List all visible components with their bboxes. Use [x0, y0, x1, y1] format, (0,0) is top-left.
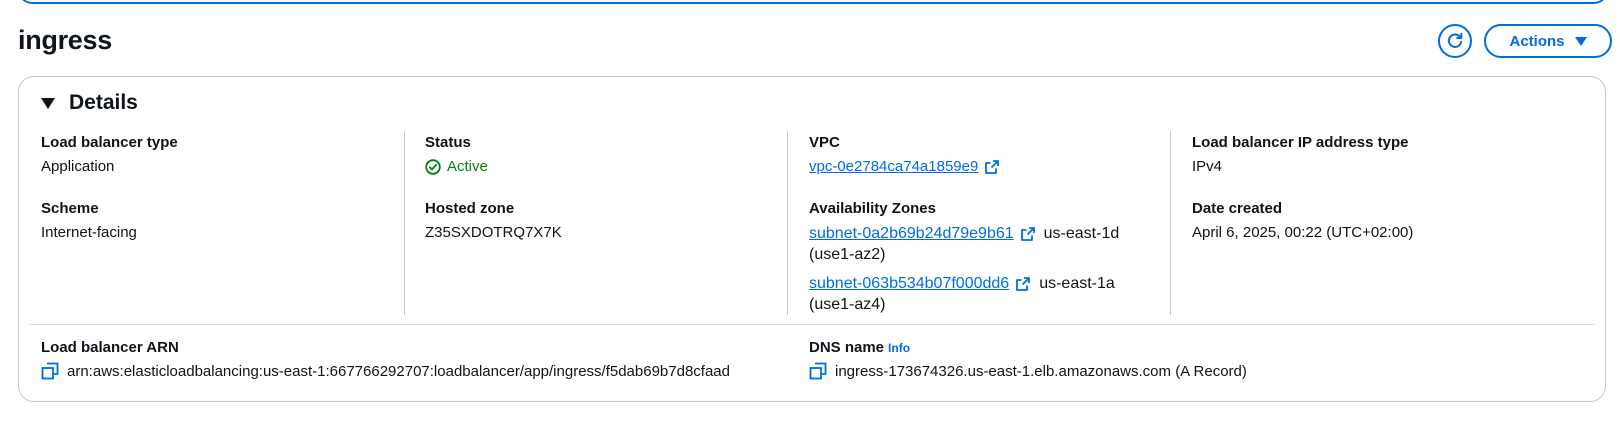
field-value: IPv4	[1192, 158, 1223, 175]
subnet-link-text: subnet-0a2b69b24d79e9b61	[809, 225, 1014, 242]
copy-dns-button[interactable]	[809, 362, 827, 380]
expand-triangle-icon	[41, 97, 55, 109]
field-status: Status Active	[425, 133, 488, 177]
field-label: Load balancer ARN	[41, 339, 179, 356]
field-label: Scheme	[41, 200, 99, 217]
field-availability-zones: Availability Zones subnet-0a2b69b24d79e9…	[809, 199, 1119, 315]
field-value: April 6, 2025, 00:22 (UTC+02:00)	[1192, 224, 1414, 241]
field-label: Hosted zone	[425, 200, 515, 217]
external-link-icon	[985, 160, 1000, 174]
details-heading: Details	[69, 91, 138, 114]
field-label: Load balancer IP address type	[1192, 134, 1409, 151]
availability-zone-item: subnet-063b534b07f000dd6 us-east-1a (use…	[809, 273, 1119, 315]
field-value: Z35SXDOTRQ7X7K	[425, 224, 562, 241]
subnet-link-text: subnet-063b534b07f000dd6	[809, 275, 1010, 292]
details-panel: Details Load balancer type Application S…	[18, 76, 1606, 402]
row-divider	[29, 324, 1595, 325]
refresh-button[interactable]	[1438, 24, 1472, 58]
field-scheme: Scheme Internet-facing	[41, 199, 137, 243]
copy-icon	[41, 362, 59, 380]
vpc-link[interactable]: vpc-0e2784ca74a1859e9	[809, 157, 1000, 177]
column-divider	[404, 131, 405, 315]
az-id: (use1-az2)	[809, 246, 886, 263]
availability-zone-item: subnet-0a2b69b24d79e9b61 us-east-1d (use…	[809, 223, 1119, 265]
field-value: Application	[41, 158, 115, 175]
container-top-border	[18, 0, 1608, 4]
actions-label: Actions	[1509, 32, 1565, 50]
field-load-balancer-arn: Load balancer ARN arn:aws:elasticloadbal…	[41, 338, 730, 380]
az-zone: us-east-1d	[1043, 225, 1120, 242]
info-link[interactable]: Info	[888, 341, 910, 355]
field-label: DNS name	[809, 339, 885, 356]
page-title: ingress	[18, 25, 112, 55]
subnet-link[interactable]: subnet-0a2b69b24d79e9b61	[809, 223, 1036, 244]
field-vpc: VPC vpc-0e2784ca74a1859e9	[809, 133, 1000, 177]
status-text: Active	[447, 158, 488, 175]
copy-arn-button[interactable]	[41, 362, 59, 380]
status-check-icon	[425, 159, 441, 175]
subnet-link[interactable]: subnet-063b534b07f000dd6	[809, 273, 1031, 294]
field-label: VPC	[809, 134, 840, 151]
field-dns-name: DNS name Info ingress-173674326.us-east-1…	[809, 338, 1247, 380]
external-link-icon	[1020, 226, 1035, 241]
status-indicator: Active	[425, 157, 488, 177]
details-expand-toggle[interactable]: Details	[41, 91, 138, 115]
field-label: Date created	[1192, 200, 1283, 217]
refresh-icon	[1447, 32, 1463, 48]
field-label: Status	[425, 134, 471, 151]
az-id: (use1-az4)	[809, 296, 886, 313]
arn-value: arn:aws:elasticloadbalancing:us-east-1:6…	[67, 362, 730, 380]
vpc-link-text: vpc-0e2784ca74a1859e9	[809, 158, 979, 175]
field-label: Load balancer type	[41, 134, 178, 151]
field-label: Availability Zones	[809, 200, 936, 217]
az-zone: us-east-1a	[1039, 275, 1115, 292]
copy-icon	[809, 362, 827, 380]
external-link-icon	[1016, 276, 1031, 291]
field-ip-address-type: Load balancer IP address type IPv4	[1192, 133, 1408, 177]
actions-dropdown-button[interactable]: Actions	[1484, 24, 1612, 58]
field-hosted-zone: Hosted zone Z35SXDOTRQ7X7K	[425, 199, 562, 243]
field-value: Internet-facing	[41, 224, 137, 241]
dns-value: ingress-173674326.us-east-1.elb.amazonaw…	[835, 362, 1247, 380]
field-date-created: Date created April 6, 2025, 00:22 (UTC+0…	[1192, 199, 1413, 243]
caret-down-icon	[1574, 36, 1587, 46]
column-divider	[1170, 131, 1171, 315]
field-load-balancer-type: Load balancer type Application	[41, 133, 178, 177]
column-divider	[787, 131, 788, 315]
